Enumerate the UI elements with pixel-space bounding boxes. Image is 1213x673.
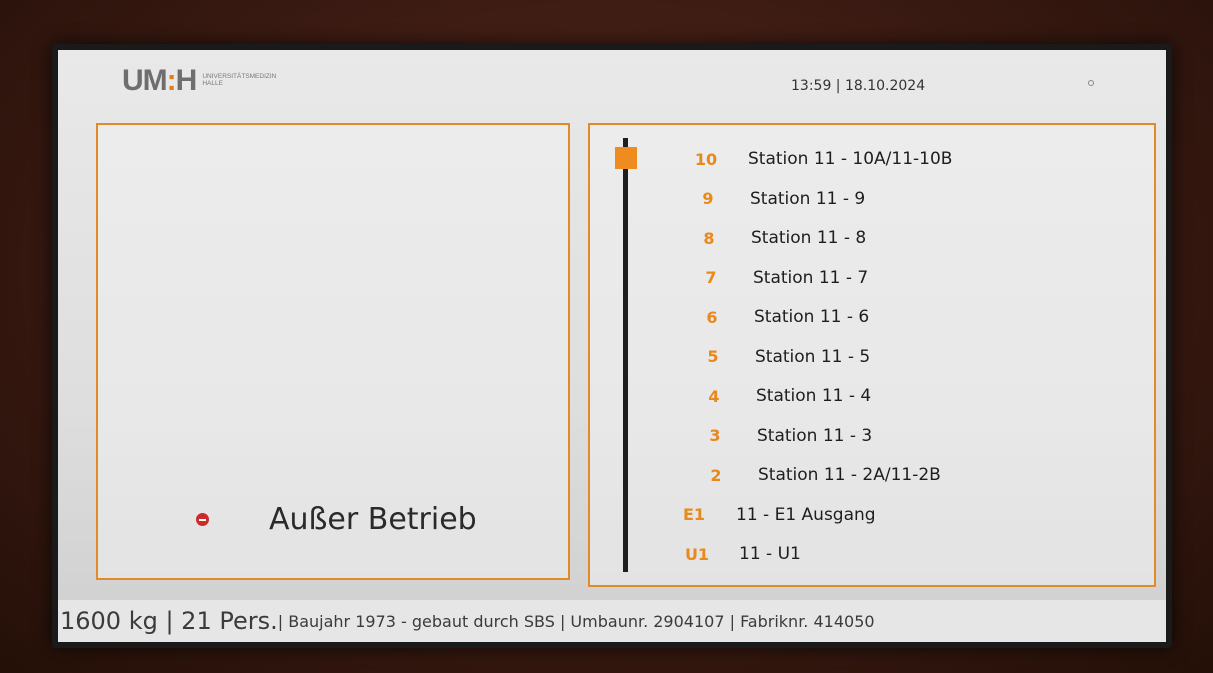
floor-row: 10 Station 11 - 10A/11-10B — [688, 146, 953, 172]
floor-row: 7 Station 11 - 7 — [693, 265, 868, 291]
floor-label: Station 11 - 4 — [756, 386, 872, 406]
floor-number: 4 — [708, 386, 720, 406]
status-dot-icon — [1088, 80, 1094, 86]
floor-label: Station 11 - 2A/11-2B — [758, 465, 941, 485]
elevator-shaft — [623, 138, 628, 572]
floor-number: 9 — [702, 189, 714, 208]
elevator-details: | Baujahr 1973 - gebaut durch SBS | Umba… — [277, 611, 875, 631]
floor-number: 8 — [703, 228, 715, 248]
out-of-service-status: Außer Betrieb — [196, 502, 477, 537]
datetime: 13:59 | 18.10.2024 — [791, 78, 926, 94]
floor-number: 2 — [710, 465, 722, 485]
elevator-car-indicator — [615, 147, 637, 169]
floor-label: Station 11 - 6 — [754, 307, 870, 327]
floor-number: 6 — [706, 307, 718, 327]
floor-number: 10 — [694, 149, 718, 169]
floor-label: Station 11 - 8 — [751, 228, 867, 248]
floor-label: 11 - E1 Ausgang — [736, 504, 876, 525]
floor-number: E1 — [682, 505, 706, 524]
header: UM:H Universitätsmedizin Halle 13:59 | 1… — [58, 50, 1166, 122]
floor-row: 6 Station 11 - 6 — [694, 304, 869, 330]
floor-number: 7 — [705, 268, 717, 287]
floor-number: U1 — [684, 544, 710, 564]
no-entry-icon — [196, 513, 209, 526]
floor-label: Station 11 - 7 — [753, 267, 869, 288]
logo-subtitle: Universitätsmedizin Halle — [202, 73, 276, 88]
floor-label: Station 11 - 10A/11-10B — [748, 149, 953, 169]
floor-row: U1 11 - U1 — [679, 541, 801, 567]
logo-mark: UM:H — [122, 64, 197, 97]
logo: UM:H Universitätsmedizin Halle — [122, 66, 276, 96]
floor-label: Station 11 - 9 — [750, 188, 866, 209]
status-text: Außer Betrieb — [269, 502, 477, 537]
floor-row: 8 Station 11 - 8 — [691, 225, 866, 251]
floor-row: 9 Station 11 - 9 — [690, 186, 865, 212]
elevator-display: UM:H Universitätsmedizin Halle 13:59 | 1… — [58, 50, 1166, 642]
floor-number: 3 — [709, 426, 721, 445]
footer: 1600 kg | 21 Pers. | Baujahr 1973 - geba… — [58, 600, 1166, 642]
floor-number: 5 — [707, 347, 719, 366]
floor-row: E1 11 - E1 Ausgang — [676, 502, 876, 528]
floor-row: 4 Station 11 - 4 — [696, 383, 871, 409]
floor-row: 3 Station 11 - 3 — [697, 423, 872, 449]
floor-row: 5 Station 11 - 5 — [695, 344, 870, 370]
floor-label: 11 - U1 — [739, 544, 801, 564]
floor-label: Station 11 - 3 — [757, 425, 873, 446]
logo-line-2: Halle — [202, 80, 223, 87]
capacity-text: 1600 kg | 21 Pers. — [60, 607, 278, 635]
floor-row: 2 Station 11 - 2A/11-2B — [698, 462, 941, 488]
floor-label: Station 11 - 5 — [755, 346, 871, 367]
